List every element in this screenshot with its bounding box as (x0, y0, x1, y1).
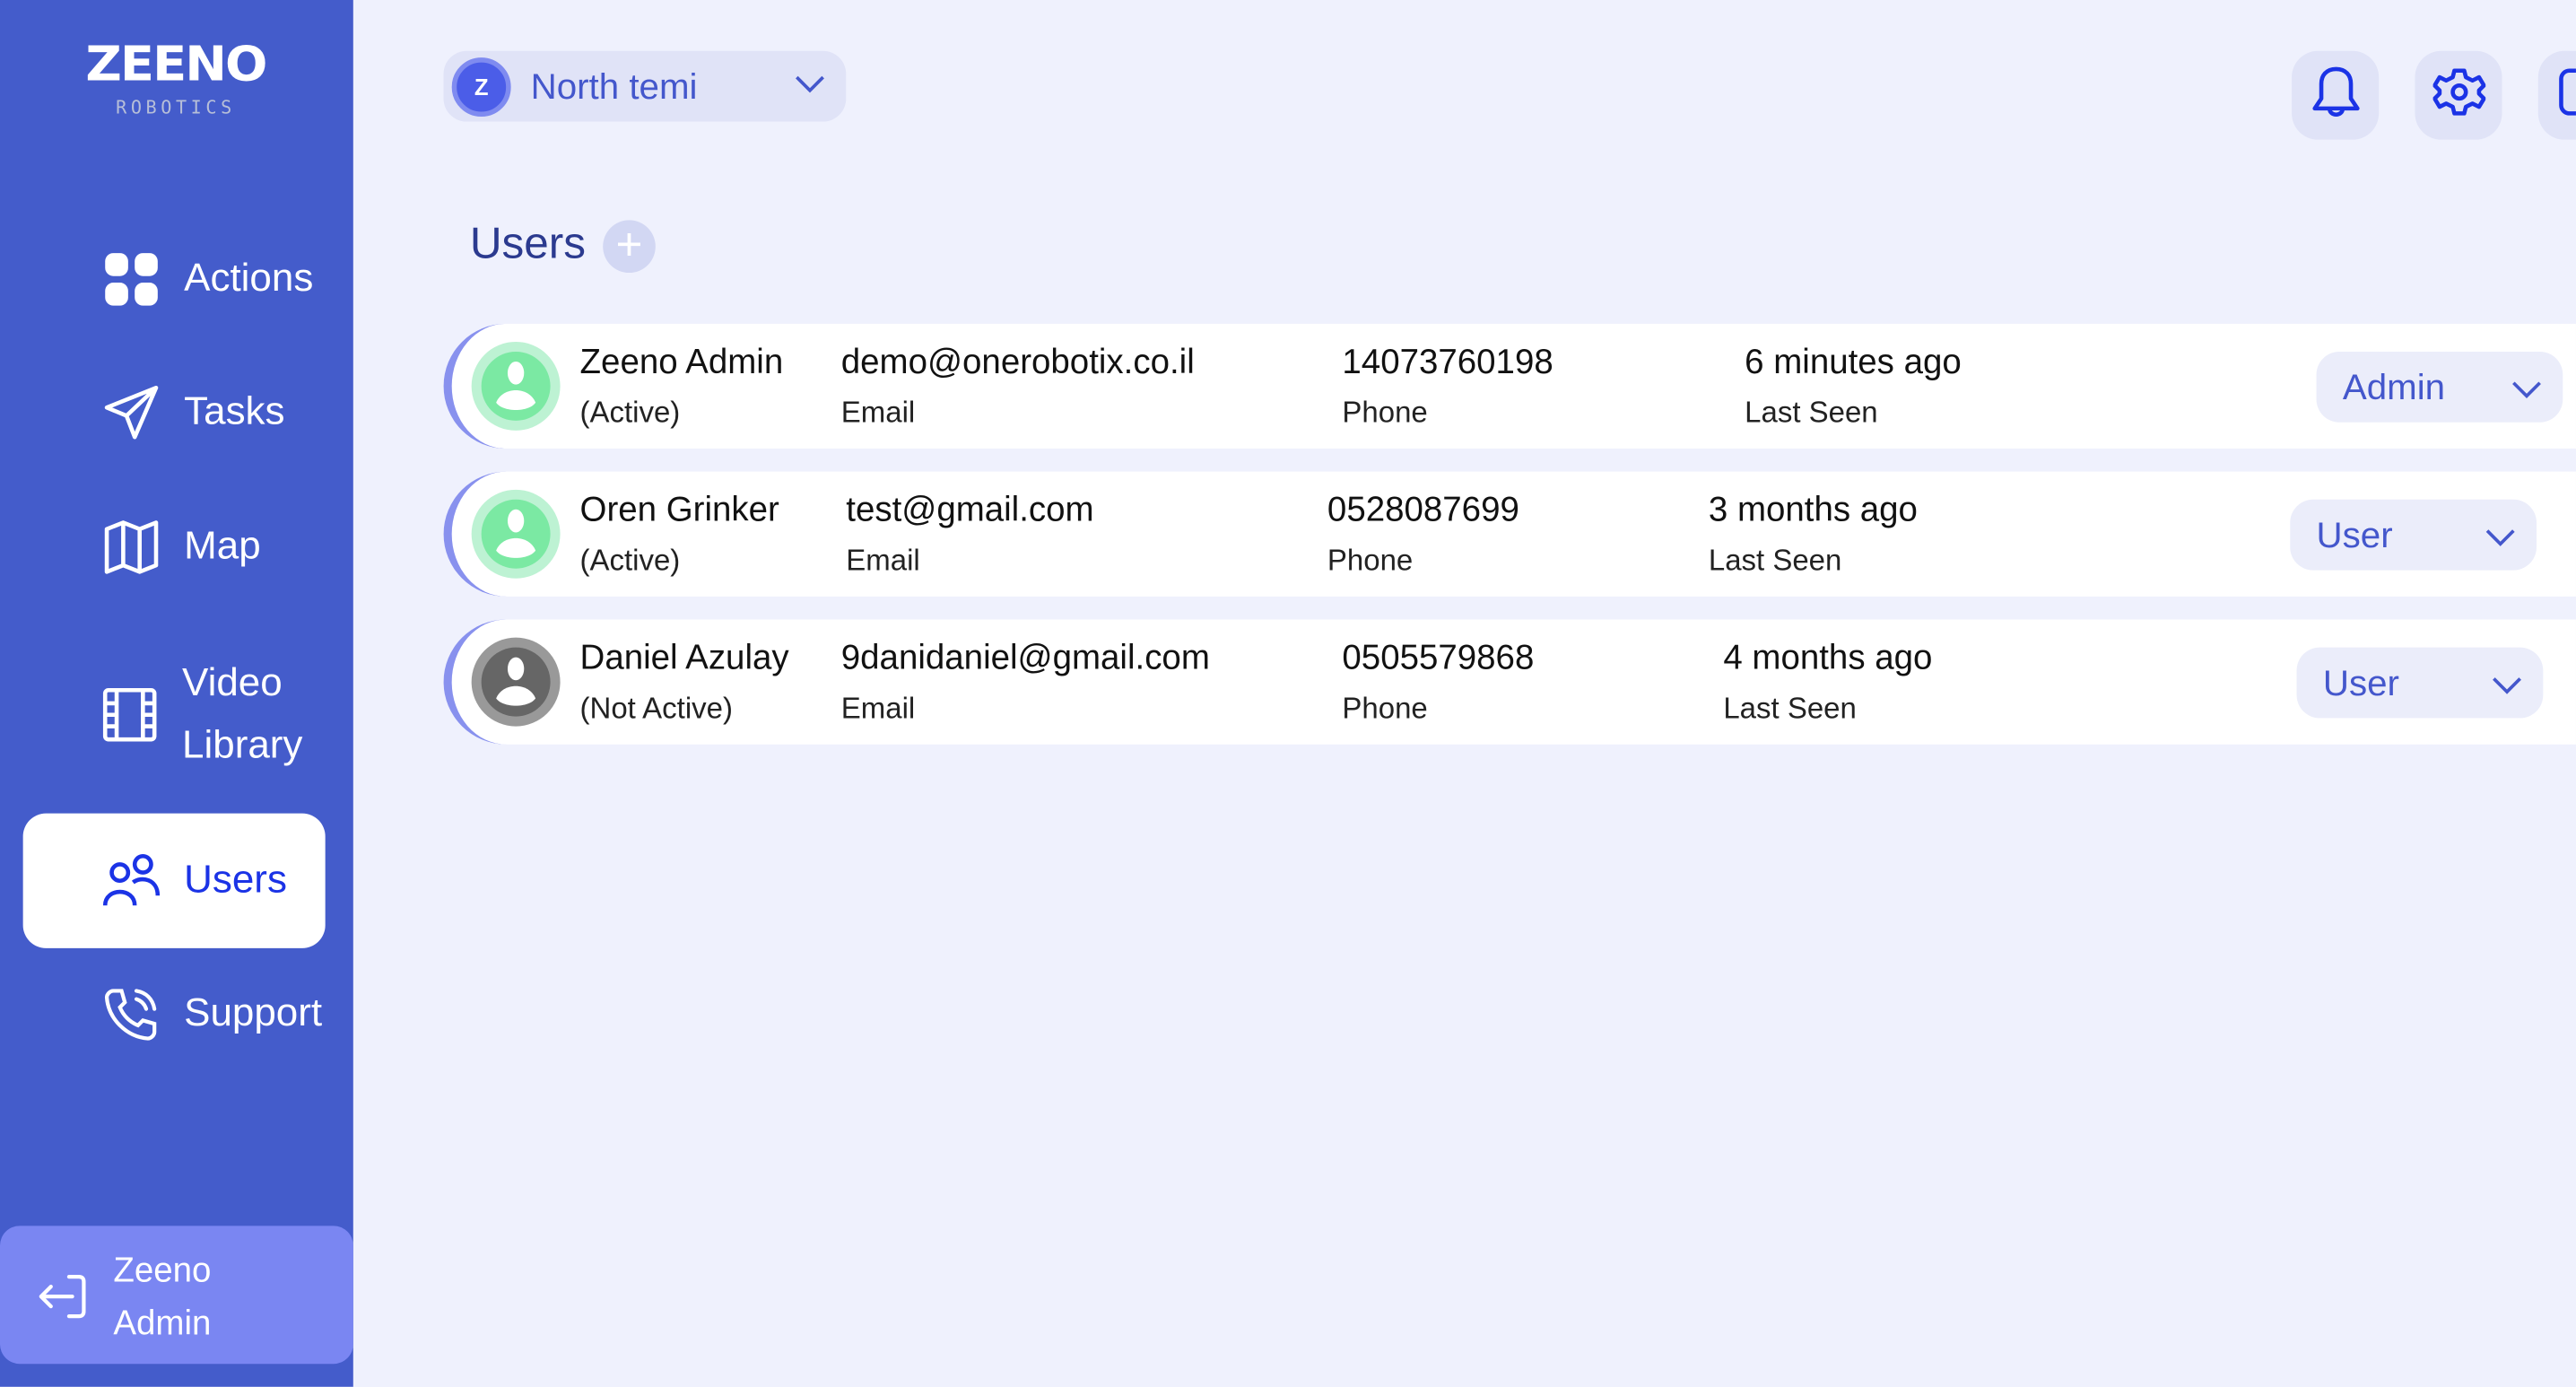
email-label: Email (840, 396, 916, 430)
current-user-last-name: Admin (113, 1304, 212, 1343)
film-icon (102, 685, 160, 745)
notifications-button[interactable] (2292, 50, 2380, 140)
user-row[interactable]: Daniel Azulay (Not Active) 9danidaniel@gm… (443, 619, 2576, 745)
logo-subtitle: ROBOTICS (116, 97, 236, 118)
sidebar: ZEENO ROBOTICS Actions Tasks Map Video L… (0, 0, 353, 1387)
more-icon (2555, 65, 2576, 126)
user-phone: 14073760198 (1342, 343, 1553, 381)
phone-label: Phone (1342, 692, 1428, 725)
role-select[interactable]: User (2290, 499, 2537, 571)
user-email-cell: demo@onerobotix.co.il Email (841, 344, 1195, 431)
chevron-down-icon (2491, 661, 2524, 704)
user-name: Zeeno Admin (579, 343, 784, 381)
last-seen-label: Last Seen (1708, 544, 1842, 577)
user-last-seen: 3 months ago (1708, 491, 1918, 529)
gear-icon (2432, 65, 2485, 126)
robot-select-value: North temi (530, 65, 698, 107)
phone-icon (102, 984, 161, 1043)
user-avatar-icon (471, 489, 561, 579)
sidebar-item-label: Video Library (182, 660, 303, 768)
user-row[interactable]: Zeeno Admin (Active) demo@onerobotix.co.i… (443, 323, 2576, 449)
sidebar-item-actions[interactable]: Actions (23, 249, 326, 311)
role-value: Admin (2342, 365, 2446, 407)
user-phone-cell: 14073760198 Phone (1342, 344, 1553, 431)
user-phone: 0528087699 (1327, 491, 1519, 529)
user-phone-cell: 0528087699 Phone (1327, 492, 1519, 579)
user-last-seen-cell: 4 months ago Last Seen (1723, 639, 1932, 726)
user-status: (Active) (579, 396, 681, 430)
add-user-button[interactable]: + (603, 218, 656, 274)
sidebar-item-label: Actions (184, 256, 314, 301)
plus-icon: + (615, 218, 643, 270)
sidebar-item-support[interactable]: Support (23, 982, 326, 1045)
user-email-cell: 9danidaniel@gmail.com Email (841, 639, 1210, 726)
user-row[interactable]: Oren Grinker (Active) test@gmail.com Email… (443, 471, 2576, 597)
user-avatar-icon (471, 341, 561, 431)
sidebar-item-label: Support (184, 990, 323, 1035)
phone-label: Phone (1327, 544, 1414, 577)
user-name-cell: Daniel Azulay (Not Active) (580, 639, 789, 726)
user-email-cell: test@gmail.com Email (846, 492, 1093, 579)
user-last-seen-cell: 6 minutes ago Last Seen (1745, 344, 1962, 431)
user-name-cell: Oren Grinker (Active) (580, 492, 779, 579)
chevron-down-icon (2511, 366, 2544, 409)
sidebar-item-tasks[interactable]: Tasks (23, 381, 326, 444)
sidebar-item-users[interactable]: Users (22, 813, 326, 948)
user-status: (Not Active) (579, 692, 733, 725)
role-select[interactable]: User (2296, 647, 2544, 719)
last-seen-label: Last Seen (1745, 396, 1878, 430)
last-seen-label: Last Seen (1723, 692, 1857, 725)
robot-avatar: Z (451, 57, 511, 117)
role-value: User (2316, 513, 2393, 555)
more-button[interactable] (2537, 50, 2576, 140)
user-phone: 0505579868 (1342, 639, 1535, 677)
page-title: Users (469, 218, 586, 268)
user-last-seen-cell: 3 months ago Last Seen (1709, 492, 1918, 579)
user-avatar-icon (471, 637, 561, 727)
current-user-logout[interactable]: Zeeno Admin (0, 1226, 353, 1365)
grid-icon (102, 249, 161, 309)
user-email: test@gmail.com (846, 491, 1094, 529)
email-label: Email (846, 544, 920, 577)
sidebar-item-label: Users (184, 858, 287, 903)
bell-icon (2309, 64, 2362, 127)
chevron-down-icon (794, 72, 827, 101)
user-last-seen: 4 months ago (1723, 639, 1933, 677)
user-email: demo@onerobotix.co.il (840, 343, 1195, 381)
sidebar-item-map[interactable]: Map (23, 516, 326, 579)
role-select[interactable]: Admin (2316, 351, 2563, 423)
user-email: 9danidaniel@gmail.com (840, 639, 1210, 677)
users-icon (102, 851, 161, 911)
user-name: Daniel Azulay (579, 639, 789, 677)
user-name: Oren Grinker (579, 491, 779, 529)
settings-button[interactable] (2415, 50, 2502, 140)
logo: ZEENO ROBOTICS (85, 36, 267, 118)
chevron-down-icon (2484, 513, 2517, 556)
logout-icon (36, 1272, 89, 1331)
sidebar-item-video-library[interactable]: Video Library (23, 650, 326, 779)
user-phone-cell: 0505579868 Phone (1342, 639, 1534, 726)
user-name-cell: Zeeno Admin (Active) (580, 344, 784, 431)
current-user-first-name: Zeeno (113, 1252, 212, 1290)
phone-label: Phone (1342, 396, 1428, 430)
email-label: Email (840, 692, 916, 725)
logo-title: ZEENO (85, 36, 267, 92)
map-icon (102, 518, 161, 577)
sidebar-item-label: Tasks (184, 389, 285, 434)
robot-select[interactable]: Z North temi (443, 50, 847, 122)
paper-plane-icon (102, 383, 161, 442)
sidebar-item-label: Map (184, 524, 261, 569)
role-value: User (2322, 661, 2399, 703)
user-last-seen: 6 minutes ago (1745, 343, 1962, 381)
user-status: (Active) (579, 544, 681, 577)
